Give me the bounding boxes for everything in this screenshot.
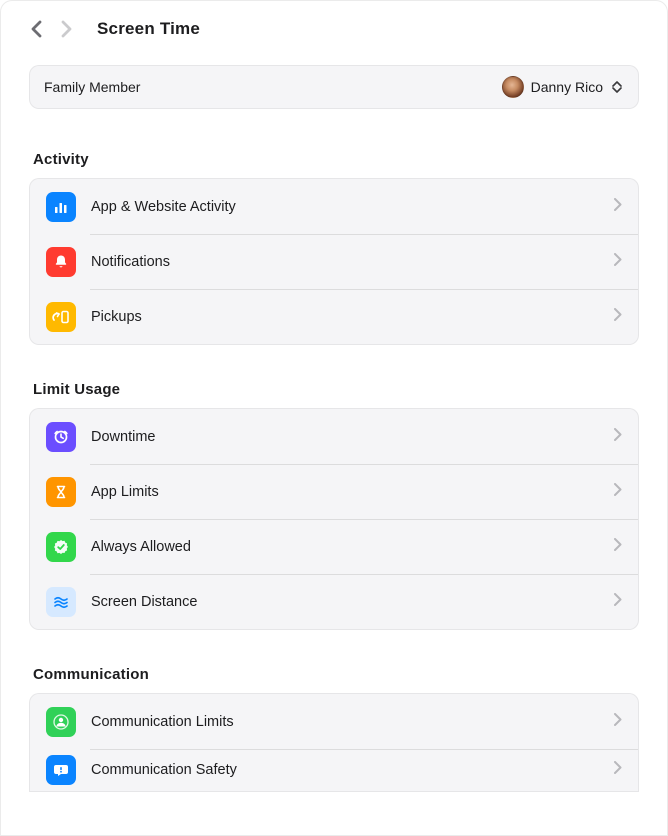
row-label: Pickups xyxy=(91,309,614,325)
back-button[interactable] xyxy=(23,16,49,42)
row-label: Always Allowed xyxy=(91,539,614,555)
communication-list: Communication Limits Communication Safet… xyxy=(29,693,639,792)
chevron-right-icon xyxy=(614,428,622,446)
activity-list: App & Website Activity Notifications P xyxy=(29,178,639,345)
row-downtime[interactable]: Downtime xyxy=(30,409,638,464)
chevron-right-icon xyxy=(614,761,622,779)
section-title-activity: Activity xyxy=(33,151,639,168)
row-label: App & Website Activity xyxy=(91,199,614,215)
family-member-name: Danny Rico xyxy=(531,79,603,95)
row-label: Screen Distance xyxy=(91,594,614,610)
checkmark-seal-icon xyxy=(46,532,76,562)
row-label: Communication Safety xyxy=(91,762,614,778)
chevron-right-icon xyxy=(614,308,622,326)
chevron-right-icon xyxy=(614,483,622,501)
person-bubble-icon xyxy=(46,707,76,737)
chevron-right-icon xyxy=(614,198,622,216)
chevron-right-icon xyxy=(614,538,622,556)
row-screen-distance[interactable]: Screen Distance xyxy=(30,574,638,629)
content: Family Member Danny Rico Activity App & … xyxy=(1,57,667,792)
bubble-warning-icon xyxy=(46,755,76,785)
chart-bar-icon xyxy=(46,192,76,222)
chevron-right-icon xyxy=(614,713,622,731)
chevron-right-icon xyxy=(614,253,622,271)
up-down-icon xyxy=(610,78,624,96)
family-member-label: Family Member xyxy=(44,79,140,95)
page-title: Screen Time xyxy=(97,19,200,39)
family-member-box: Family Member Danny Rico xyxy=(29,65,639,109)
clock-icon xyxy=(46,422,76,452)
family-member-selector[interactable]: Danny Rico xyxy=(496,73,628,101)
forward-button[interactable] xyxy=(53,16,79,42)
row-notifications[interactable]: Notifications xyxy=(30,234,638,289)
row-always-allowed[interactable]: Always Allowed xyxy=(30,519,638,574)
waves-icon xyxy=(46,587,76,617)
hourglass-icon xyxy=(46,477,76,507)
row-label: App Limits xyxy=(91,484,614,500)
row-pickups[interactable]: Pickups xyxy=(30,289,638,344)
row-label: Notifications xyxy=(91,254,614,270)
screen-time-window: Screen Time Family Member Danny Rico Act… xyxy=(0,0,668,836)
row-app-limits[interactable]: App Limits xyxy=(30,464,638,519)
header: Screen Time xyxy=(1,1,667,57)
section-title-limit-usage: Limit Usage xyxy=(33,381,639,398)
row-label: Communication Limits xyxy=(91,714,614,730)
avatar xyxy=(502,76,524,98)
row-communication-safety[interactable]: Communication Safety xyxy=(30,749,638,791)
row-communication-limits[interactable]: Communication Limits xyxy=(30,694,638,749)
row-label: Downtime xyxy=(91,429,614,445)
pickups-icon xyxy=(46,302,76,332)
row-app-website-activity[interactable]: App & Website Activity xyxy=(30,179,638,234)
bell-icon xyxy=(46,247,76,277)
limit-usage-list: Downtime App Limits Always Allowed xyxy=(29,408,639,630)
chevron-right-icon xyxy=(614,593,622,611)
section-title-communication: Communication xyxy=(33,666,639,683)
